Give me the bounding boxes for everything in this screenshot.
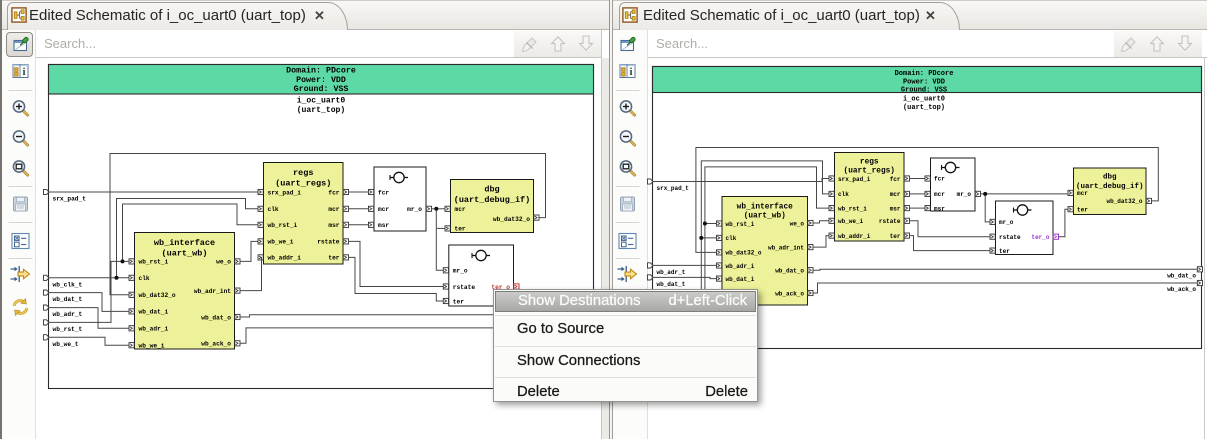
svg-text:Domain: PDcore: Domain: PDcore bbox=[895, 70, 954, 78]
svg-text:fcr: fcr bbox=[890, 176, 901, 183]
svg-text:we_o: we_o bbox=[790, 220, 805, 227]
svg-text:wb_ack_o: wb_ack_o bbox=[775, 290, 804, 297]
svg-text:mcr: mcr bbox=[934, 191, 945, 198]
svg-text:wb_dat32_o: wb_dat32_o bbox=[493, 216, 530, 223]
svg-text:clk: clk bbox=[838, 191, 849, 198]
svg-text:wb_we_i: wb_we_i bbox=[838, 218, 864, 225]
svg-text:wb_rst_i: wb_rst_i bbox=[268, 222, 298, 229]
svg-text:rstate: rstate bbox=[879, 218, 901, 225]
svg-text:mr_o: mr_o bbox=[957, 191, 972, 198]
svg-text:mcr: mcr bbox=[455, 206, 466, 213]
svg-text:wb_ack_o: wb_ack_o bbox=[201, 341, 231, 348]
svg-text:wb_dat_t: wb_dat_t bbox=[657, 281, 686, 288]
svg-text:rstate: rstate bbox=[999, 234, 1021, 241]
svg-text:wb_interface: wb_interface bbox=[154, 238, 215, 248]
svg-text:Ground: VSS: Ground: VSS bbox=[294, 84, 349, 94]
svg-text:wb_we_i: wb_we_i bbox=[139, 343, 165, 350]
svg-text:wb_dat32_o: wb_dat32_o bbox=[1106, 198, 1142, 205]
svg-text:wb_dat32_o: wb_dat32_o bbox=[726, 250, 762, 257]
svg-text:rstate: rstate bbox=[317, 239, 340, 246]
svg-text:ter: ter bbox=[455, 226, 466, 233]
svg-text:wb_addr_i: wb_addr_i bbox=[268, 255, 302, 262]
svg-text:we_o: we_o bbox=[216, 259, 231, 266]
svg-text:mr_o: mr_o bbox=[453, 268, 468, 275]
svg-text:wb_ack_o: wb_ack_o bbox=[1167, 286, 1196, 293]
svg-text:msr: msr bbox=[378, 222, 389, 229]
svg-text:wb_adr_i: wb_adr_i bbox=[726, 263, 755, 270]
svg-text:dbg: dbg bbox=[1103, 174, 1117, 182]
svg-text:wb_we_t: wb_we_t bbox=[53, 341, 79, 348]
svg-text:rstate: rstate bbox=[453, 284, 476, 291]
svg-text:mr_o: mr_o bbox=[999, 219, 1014, 226]
svg-text:wb_addr_i: wb_addr_i bbox=[838, 233, 871, 240]
svg-text:wb_dat32_o: wb_dat32_o bbox=[139, 292, 176, 299]
svg-text:clk: clk bbox=[268, 206, 279, 213]
svg-text:wb_rst_i: wb_rst_i bbox=[726, 221, 755, 228]
svg-text:mcr: mcr bbox=[1077, 190, 1088, 197]
svg-text:mcr: mcr bbox=[890, 191, 901, 198]
svg-text:msr: msr bbox=[328, 222, 339, 229]
svg-text:srx_pad_i: srx_pad_i bbox=[268, 189, 302, 196]
svg-text:Ground: VSS: Ground: VSS bbox=[901, 86, 947, 94]
svg-text:ter: ter bbox=[1077, 207, 1088, 214]
svg-text:wb_dat_o: wb_dat_o bbox=[775, 268, 804, 275]
svg-text:clk: clk bbox=[726, 235, 737, 242]
svg-text:regs: regs bbox=[860, 159, 879, 167]
svg-text:fcr: fcr bbox=[328, 189, 339, 196]
svg-text:fcr: fcr bbox=[934, 176, 945, 183]
svg-text:wb_interface: wb_interface bbox=[737, 204, 793, 212]
svg-text:dbg: dbg bbox=[484, 185, 499, 195]
svg-text:wb_dat_o: wb_dat_o bbox=[1167, 273, 1196, 280]
svg-text:srx_pad_t: srx_pad_t bbox=[657, 185, 690, 192]
svg-text:(uart_wb): (uart_wb) bbox=[162, 249, 208, 259]
svg-text:Domain: PDcore: Domain: PDcore bbox=[286, 66, 356, 76]
svg-text:wb_rst_t: wb_rst_t bbox=[53, 326, 83, 333]
svg-text:Power: VDD: Power: VDD bbox=[296, 76, 346, 85]
svg-text:ter: ter bbox=[890, 233, 901, 240]
svg-text:wb_dat_o: wb_dat_o bbox=[201, 314, 231, 321]
svg-text:(uart_top): (uart_top) bbox=[903, 104, 945, 112]
svg-text:wb_rst_i: wb_rst_i bbox=[139, 259, 169, 266]
svg-text:ter: ter bbox=[453, 298, 464, 305]
svg-text:wb_adr_t: wb_adr_t bbox=[53, 311, 83, 318]
svg-text:(uart_top): (uart_top) bbox=[297, 106, 346, 115]
svg-text:wb_adr_t: wb_adr_t bbox=[657, 269, 686, 276]
svg-text:wb_dat_i: wb_dat_i bbox=[726, 276, 755, 283]
svg-text:ter: ter bbox=[328, 255, 339, 262]
svg-text:ter: ter bbox=[999, 248, 1010, 255]
svg-text:clk: clk bbox=[139, 275, 150, 282]
svg-text:srx_pad_i: srx_pad_i bbox=[838, 176, 871, 183]
svg-text:mcr: mcr bbox=[378, 206, 389, 213]
svg-text:wb_adr_int: wb_adr_int bbox=[194, 288, 231, 295]
svg-text:(uart_debug_if): (uart_debug_if) bbox=[454, 195, 531, 205]
svg-text:wb_clk_t: wb_clk_t bbox=[53, 281, 83, 288]
svg-text:wb_adr_i: wb_adr_i bbox=[139, 326, 169, 333]
svg-text:fcr: fcr bbox=[378, 189, 389, 196]
svg-text:(uart_regs): (uart_regs) bbox=[275, 179, 331, 189]
svg-text:mr_o: mr_o bbox=[407, 206, 422, 213]
svg-text:wb_dat_t: wb_dat_t bbox=[53, 296, 83, 303]
svg-text:Power: VDD: Power: VDD bbox=[903, 79, 945, 87]
svg-text:(uart_regs): (uart_regs) bbox=[844, 168, 895, 176]
svg-text:i_oc_uart0: i_oc_uart0 bbox=[903, 95, 945, 103]
svg-text:msr: msr bbox=[890, 205, 901, 212]
svg-text:wb_dat_i: wb_dat_i bbox=[139, 309, 169, 316]
svg-text:i_oc_uart0: i_oc_uart0 bbox=[297, 97, 346, 106]
svg-text:wb_adr_int: wb_adr_int bbox=[768, 244, 804, 251]
svg-text:regs: regs bbox=[293, 168, 313, 178]
svg-text:srx_pad_t: srx_pad_t bbox=[53, 196, 87, 203]
svg-text:wb_we_i: wb_we_i bbox=[268, 239, 294, 246]
svg-text:(uart_wb): (uart_wb) bbox=[744, 213, 786, 221]
svg-text:msr: msr bbox=[934, 205, 945, 212]
svg-text:ter_o: ter_o bbox=[1031, 234, 1049, 241]
svg-text:mcr: mcr bbox=[328, 206, 339, 213]
svg-text:wb_rst_i: wb_rst_i bbox=[838, 205, 867, 212]
